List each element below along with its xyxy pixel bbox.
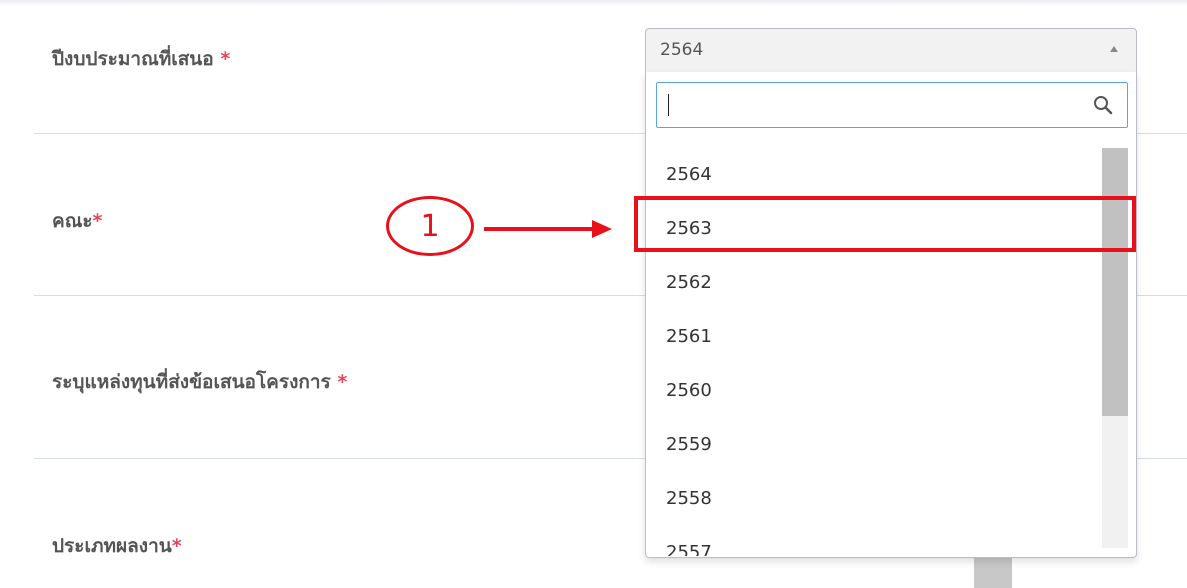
select-dropdown: 2564 2563 2562 2561 2560 2559 2558 2557 (645, 72, 1137, 558)
step-number-badge: 1 (386, 196, 474, 256)
highlight-box (634, 196, 1136, 252)
option-item[interactable]: 2557 (646, 526, 1101, 556)
label-text: ระบุแหล่งทุนที่ส่งข้อเสนอโครงการ (52, 371, 331, 393)
scrollbar-thumb[interactable] (1102, 148, 1128, 416)
option-item[interactable]: 2558 (646, 472, 1101, 526)
required-asterisk: * (92, 210, 103, 232)
label-text: ปีงบประมาณที่เสนอ (52, 48, 214, 70)
option-item[interactable]: 2561 (646, 310, 1101, 364)
required-asterisk: * (220, 48, 231, 70)
select-current-value: 2564 (660, 40, 704, 60)
arrow-right-icon (484, 220, 612, 238)
option-item[interactable]: 2559 (646, 418, 1101, 472)
field-label-budget-year: ปีงบประมาณที่เสนอ * (52, 44, 230, 74)
text-cursor (668, 94, 669, 116)
budget-year-select[interactable]: 2564 (645, 28, 1137, 72)
top-shadow-bar (0, 0, 1187, 6)
field-label-work-type: ประเภทผลงาน* (52, 531, 182, 561)
required-asterisk: * (337, 371, 348, 393)
required-asterisk: * (171, 535, 182, 557)
form-page: ปีงบประมาณที่เสนอ * คณะ* ระบุแหล่งทุนที่… (0, 0, 1187, 588)
option-item[interactable]: 2564 (646, 148, 1101, 202)
label-text: ประเภทผลงาน (52, 535, 172, 557)
option-item[interactable]: 2560 (646, 364, 1101, 418)
partial-select-handle (974, 558, 1012, 588)
search-icon (1094, 96, 1113, 115)
option-item[interactable]: 2562 (646, 256, 1101, 310)
field-label-funding-source: ระบุแหล่งทุนที่ส่งข้อเสนอโครงการ * (52, 367, 347, 397)
chevron-up-icon (1110, 46, 1118, 52)
field-label-faculty: คณะ* (52, 206, 102, 236)
dropdown-search-input[interactable] (656, 82, 1128, 128)
label-text: คณะ (52, 210, 93, 232)
